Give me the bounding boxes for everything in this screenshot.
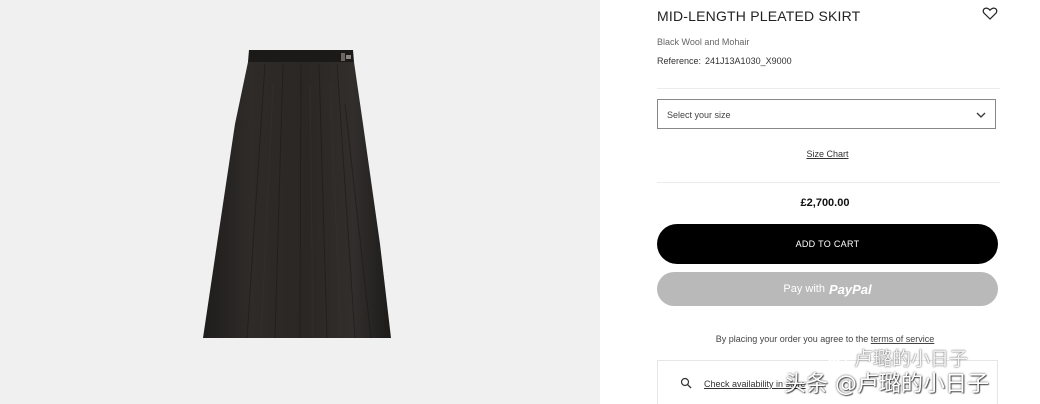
- skirt-product-image: [203, 50, 391, 339]
- paypal-prefix: Pay with: [783, 283, 825, 295]
- product-title: MID-LENGTH PLEATED SKIRT: [657, 8, 861, 24]
- reference-label: Reference:: [657, 56, 702, 66]
- terms-of-service-link[interactable]: terms of service: [871, 334, 935, 344]
- product-price: £2,700.00: [800, 197, 850, 209]
- product-material: Black Wool and Mohair: [657, 37, 750, 47]
- divider: [657, 182, 1000, 183]
- size-select-placeholder: Select your size: [667, 110, 731, 120]
- add-to-cart-label: ADD TO CART: [795, 239, 860, 249]
- terms-notice: By placing your order you agree to the t…: [600, 334, 1040, 344]
- product-reference: Reference: 241J13A1030_X9000: [657, 56, 796, 66]
- size-chart-link[interactable]: Size Chart: [600, 149, 1040, 159]
- add-to-cart-button[interactable]: ADD TO CART: [657, 224, 998, 264]
- wechat-icon: [826, 349, 847, 365]
- chevron-down-icon: [976, 112, 986, 118]
- reference-value: 241J13A1030_X9000: [705, 56, 792, 66]
- product-page: MID-LENGTH PLEATED SKIRT Black Wool and …: [0, 0, 1040, 404]
- divider: [657, 88, 1000, 89]
- paypal-button[interactable]: Pay with PayPal: [657, 272, 998, 306]
- size-select[interactable]: Select your size: [657, 99, 996, 129]
- search-icon: [680, 377, 692, 389]
- product-image-panel[interactable]: [0, 0, 600, 404]
- toutiao-watermark: 头条 @卢璐的小日子: [784, 372, 989, 397]
- paypal-logo: PayPal: [828, 281, 872, 297]
- terms-prefix: By placing your order you agree to the: [715, 334, 869, 344]
- heart-icon[interactable]: [982, 5, 998, 21]
- product-details-panel: MID-LENGTH PLEATED SKIRT Black Wool and …: [600, 0, 1040, 404]
